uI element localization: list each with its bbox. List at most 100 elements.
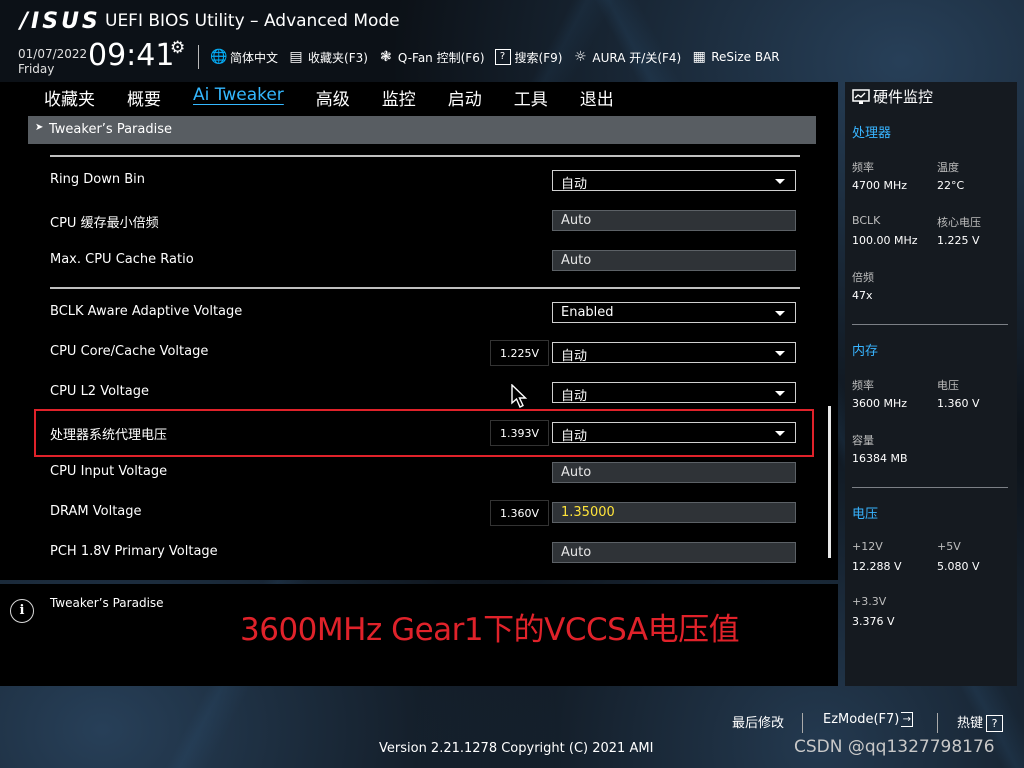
system-agent-voltage-select[interactable]: 自动 [552,422,796,444]
favorites-button[interactable]: ▤ 收藏夹(F3) [288,49,368,66]
cpu-input-voltage-input[interactable]: Auto [552,462,796,483]
voltage-section-title: 电压 [852,507,879,522]
cpu-cache-min-ratio-input[interactable]: Auto [552,210,796,231]
tab-exit[interactable]: 退出 [564,82,630,112]
help-text: Tweaker’s Paradise [50,596,164,610]
header: /ISUS UEFI BIOS Utility – Advanced Mode … [0,0,1024,82]
cpu-freq-value: 4700 MHz [852,179,908,192]
v5-value: 5.080 V [937,560,980,573]
setting-label: CPU L2 Voltage [50,384,149,399]
select-value: 自动 [561,177,588,192]
v5-label: +5V [937,540,961,553]
cpu-core-voltage-select[interactable]: 自动 [552,342,796,364]
chevron-down-icon [775,431,785,436]
language-label: 简体中文 [230,50,279,65]
v12-value: 12.288 V [852,560,902,573]
setting-label: 处理器系统代理电压 [50,428,168,443]
tab-advanced[interactable]: 高级 [300,82,366,112]
voltage-reading: 1.393V [490,420,549,446]
tab-boot[interactable]: 启动 [432,82,498,112]
footer-divider [937,713,938,733]
scrollbar[interactable] [828,406,831,558]
ring-down-bin-select[interactable]: 自动 [552,170,796,192]
clock: 09:41 [88,38,175,73]
v33-label: +3.3V [852,595,887,608]
toolbar: 🌐 简体中文 ▤ 收藏夹(F3) ❃ Q-Fan 控制(F6) ? 搜索(F9)… [210,45,790,69]
setting-label: Ring Down Bin [50,172,146,187]
aura-button[interactable]: ☼ AURA 开/关(F4) [572,49,681,66]
aura-icon: ☼ [574,49,587,65]
menu-bar: 收藏夹 概要 Ai Tweaker 高级 监控 启动 工具 退出 [0,82,838,112]
setting-label: Max. CPU Cache Ratio [50,252,194,267]
watermark: CSDN @qq1327798176 [794,737,995,757]
ratio-label: 倍频 [852,271,874,284]
help-icon: ? [494,49,511,65]
mem-freq-label: 频率 [852,379,874,392]
chevron-down-icon [775,391,785,396]
tab-main[interactable]: 概要 [111,82,177,112]
exit-arrow-icon: → [901,712,914,727]
setting-label: CPU 缓存最小倍频 [50,216,159,231]
bookmark-icon: ▤ [289,49,303,65]
favorites-label: 收藏夹(F3) [308,50,368,65]
setting-label: BCLK Aware Adaptive Voltage [50,304,243,319]
weekday: Friday [18,62,55,76]
core-voltage-value: 1.225 V [937,234,980,247]
hotkeys-label: 热键 [957,716,984,731]
select-value: Enabled [561,305,614,320]
mem-voltage-label: 电压 [937,379,959,392]
breadcrumb[interactable]: ➤ Tweaker’s Paradise [28,116,816,144]
help-icon: ? [986,715,1004,732]
info-icon: i [10,599,34,623]
monitor-divider [852,487,1008,488]
mem-freq-value: 3600 MHz [852,397,908,410]
search-button[interactable]: ? 搜索(F9) [494,49,563,66]
hardware-monitor-title: 硬件监控 [873,88,934,106]
date-display: 01/07/2022 Friday [18,47,87,77]
search-label: 搜索(F9) [514,50,563,65]
select-value: 自动 [561,349,588,364]
resize-bar-icon: ▦ [692,49,706,65]
gear-icon[interactable]: ⚙ [170,38,185,58]
cpu-l2-voltage-select[interactable]: 自动 [552,382,796,404]
chevron-down-icon [775,351,785,356]
divider [50,155,800,157]
bclk-label: BCLK [852,214,881,227]
tab-monitor[interactable]: 监控 [366,82,432,112]
pch-voltage-input[interactable]: Auto [552,542,796,563]
memory-section-title: 内存 [852,344,879,359]
mem-voltage-value: 1.360 V [937,397,980,410]
setting-label: DRAM Voltage [50,504,142,519]
cpu-temp-label: 温度 [937,161,959,174]
dram-voltage-input[interactable]: 1.35000 [552,502,796,523]
hardware-monitor-header: 硬件监控 [852,86,933,107]
resize-bar-button[interactable]: ▦ ReSize BAR [691,49,780,65]
qfan-button[interactable]: ❃ Q-Fan 控制(F6) [378,49,485,66]
footer-divider [802,713,803,733]
max-cpu-cache-ratio-input[interactable]: Auto [552,250,796,271]
hotkeys-button[interactable]: 热键? [957,712,1004,732]
toolbar-divider [198,45,199,69]
cpu-section-title: 处理器 [852,126,892,141]
annotation-text: 3600MHz Gear1下的VCCSA电压值 [240,612,740,648]
fan-icon: ❃ [380,49,392,65]
qfan-label: Q-Fan 控制(F6) [397,50,485,65]
tab-favorites[interactable]: 收藏夹 [28,82,111,112]
tab-tool[interactable]: 工具 [498,82,564,112]
language-button[interactable]: 🌐 简体中文 [210,49,278,66]
v33-value: 3.376 V [852,615,895,628]
setting-label: PCH 1.8V Primary Voltage [50,544,218,559]
tab-ai-tweaker[interactable]: Ai Tweaker [177,82,300,112]
select-value: 自动 [561,389,588,404]
bclk-value: 100.00 MHz [852,234,918,247]
setting-label: CPU Core/Cache Voltage [50,344,209,359]
aura-label: AURA 开/关(F4) [592,50,682,65]
ezmode-label: EzMode(F7) [823,712,900,727]
date: 01/07/2022 [18,47,88,61]
last-modified-button[interactable]: 最后修改 [732,712,784,731]
select-value: 自动 [561,429,588,444]
breadcrumb-label: Tweaker’s Paradise [49,122,172,137]
ezmode-button[interactable]: EzMode(F7) → [823,712,914,727]
setting-label: CPU Input Voltage [50,464,168,479]
bclk-aware-voltage-select[interactable]: Enabled [552,302,796,323]
